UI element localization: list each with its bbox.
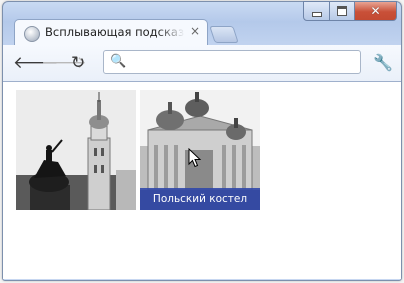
minimize-button[interactable] <box>303 1 330 21</box>
toolbar: 🡐 🡒 ↻ 🔍 🔧 <box>3 45 401 82</box>
window-controls: ✕ <box>303 1 397 21</box>
minimize-icon <box>311 11 322 17</box>
close-window-button[interactable]: ✕ <box>355 1 397 21</box>
maximize-icon <box>337 6 347 16</box>
search-icon: 🔍 <box>110 54 127 69</box>
page-content: Польский костел <box>3 82 401 279</box>
wrench-icon: 🔧 <box>373 53 393 72</box>
reload-icon: ↻ <box>71 53 86 73</box>
mouse-cursor-icon <box>188 148 202 168</box>
image-monument-belltower[interactable] <box>16 90 136 210</box>
new-tab-button[interactable] <box>209 26 239 43</box>
reload-button[interactable]: ↻ <box>71 53 85 73</box>
favicon-icon <box>24 26 40 42</box>
tab-close-icon[interactable]: × <box>190 24 200 38</box>
tab-title: Всплывающая подсказка с <box>45 25 185 39</box>
close-icon: ✕ <box>370 4 381 18</box>
wrench-menu-button[interactable]: 🔧 <box>373 53 393 72</box>
belltower-picture <box>16 90 136 210</box>
image-polish-church[interactable]: Польский костел <box>140 90 260 210</box>
tab-active[interactable]: Всплывающая подсказка с × <box>14 19 208 46</box>
maximize-button[interactable] <box>330 1 355 21</box>
image-tooltip: Польский костел <box>140 188 260 210</box>
omnibox[interactable]: 🔍 <box>103 50 361 74</box>
